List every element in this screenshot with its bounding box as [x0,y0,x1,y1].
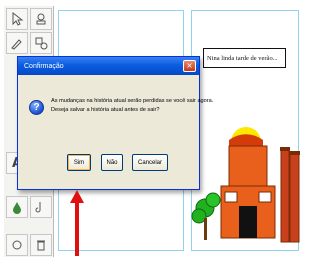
dialog-title: Confirmação [24,62,64,70]
select-tool[interactable] [6,8,28,30]
brush-icon [11,39,22,50]
delete-tool[interactable] [30,234,52,256]
rotate-icon [12,240,22,250]
barn-window-right [258,191,272,203]
barn-upper [228,145,268,187]
message-line-2: Deseja salvar a história atual antes de … [51,107,160,113]
yes-button[interactable]: Sim [67,154,91,171]
trash-icon [37,240,45,251]
stamp-icon [36,13,46,25]
stamp-tool[interactable] [30,8,52,30]
red-arrow-icon [70,190,84,256]
sound-tool[interactable] [30,196,52,218]
paint-tool[interactable] [6,32,28,54]
music-note-icon [35,202,41,213]
story-text-box[interactable]: Nina linda tarde de verão... [203,48,286,68]
farm-illustration[interactable] [191,120,301,250]
cursor-icon [12,12,24,26]
message-line-1: As mudanças na história atual serão perd… [51,98,214,104]
silo-right [289,153,300,243]
color-tool[interactable] [6,196,28,218]
drop-icon [13,202,21,214]
barn-window-left [224,191,238,203]
rotate-tool[interactable] [6,234,28,256]
no-button[interactable]: Não [101,154,123,171]
shape-tool[interactable] [30,32,52,54]
barn-door [239,206,257,238]
question-icon: ? [29,100,44,115]
dialog-message: As mudanças na história atual serão perd… [51,97,214,115]
cancel-button[interactable]: Cancelar [132,154,168,171]
close-button[interactable]: × [183,60,196,72]
dialog-titlebar[interactable]: Confirmação [18,57,199,75]
silo-left [280,149,290,243]
shapes-icon [35,37,48,50]
confirmation-dialog: Confirmação × ? As mudanças na história … [17,56,214,190]
